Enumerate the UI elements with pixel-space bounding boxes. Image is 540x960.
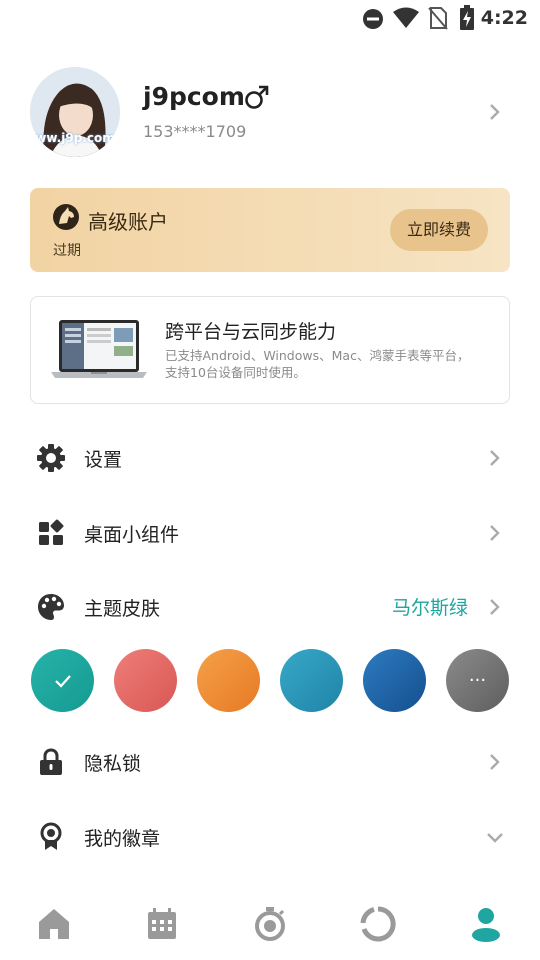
swatch-teal[interactable] <box>31 649 94 712</box>
lock-icon <box>40 748 62 775</box>
menu-my-badges[interactable]: 我的徽章 <box>0 807 540 867</box>
swatch-red[interactable] <box>114 649 177 712</box>
gear-icon <box>37 444 65 472</box>
premium-title: 高级账户 <box>88 210 168 234</box>
username: j9pcom <box>143 82 245 111</box>
sync-description: 已支持Android、Windows、Mac、鸿蒙手表等平台， 支持10台设备同… <box>165 347 500 381</box>
no-sim-icon <box>428 7 448 30</box>
status-time: 4:22 <box>480 7 528 29</box>
wifi-icon <box>393 7 419 28</box>
chevron-right-icon[interactable] <box>488 103 500 121</box>
chevron-right-icon <box>490 599 500 615</box>
dnd-icon <box>363 9 383 29</box>
menu-badges-label: 我的徽章 <box>84 828 161 850</box>
phone-number: 153****1709 <box>143 122 247 141</box>
menu-theme-label: 主题皮肤 <box>84 598 161 620</box>
swatch-orange[interactable] <box>197 649 260 712</box>
sync-title: 跨平台与云同步能力 <box>165 321 337 343</box>
cross-platform-sync-card[interactable]: 跨平台与云同步能力 已支持Android、Windows、Mac、鸿蒙手表等平台… <box>30 296 510 404</box>
renew-button[interactable]: 立即续费 <box>390 209 488 251</box>
sync-desc-line1: 已支持Android、Windows、Mac、鸿蒙手表等平台， <box>165 348 470 363</box>
check-icon <box>55 675 71 688</box>
widgets-icon <box>39 519 64 545</box>
profile-header[interactable]: ww.j9p.com j9pcom 153****1709 <box>0 60 540 165</box>
status-bar: 4:22 <box>0 0 540 36</box>
sync-desc-line2: 支持10台设备同时使用。 <box>165 365 306 380</box>
profile-icon[interactable] <box>466 904 506 944</box>
male-icon <box>245 85 269 109</box>
menu-theme[interactable]: 主题皮肤 马尔斯绿 <box>0 577 540 637</box>
avatar[interactable]: ww.j9p.com <box>30 67 120 157</box>
chevron-down-icon[interactable] <box>486 831 504 843</box>
laptop-illustration <box>51 320 147 378</box>
menu-widgets-label: 桌面小组件 <box>84 524 180 546</box>
chevron-right-icon <box>490 754 500 770</box>
calendar-icon[interactable] <box>142 904 182 944</box>
swatch-blue[interactable] <box>280 649 343 712</box>
chevron-right-icon <box>490 450 500 466</box>
menu-privacy-label: 隐私锁 <box>84 753 142 775</box>
swatch-more[interactable]: ··· <box>446 649 509 712</box>
chevron-right-icon <box>490 525 500 541</box>
more-icon: ··· <box>468 670 487 691</box>
swatch-navy[interactable] <box>363 649 426 712</box>
palette-icon <box>38 594 64 620</box>
battery-charging-icon <box>460 5 474 30</box>
menu-settings-label: 设置 <box>84 449 123 471</box>
avatar-watermark: ww.j9p.com <box>35 131 115 145</box>
menu-privacy-lock[interactable]: 隐私锁 <box>0 732 540 792</box>
home-icon[interactable] <box>34 904 74 944</box>
menu-widgets[interactable]: 桌面小组件 <box>0 503 540 563</box>
premium-status: 过期 <box>53 243 81 259</box>
bottom-nav <box>0 888 540 960</box>
badge-icon <box>40 822 62 850</box>
premium-account-card[interactable]: 高级账户 过期 立即续费 <box>30 188 510 272</box>
current-theme-name: 马尔斯绿 <box>391 597 468 619</box>
stats-icon[interactable] <box>358 904 398 944</box>
horse-icon <box>53 204 79 230</box>
timer-icon[interactable] <box>250 904 290 944</box>
menu-settings[interactable]: 设置 <box>0 428 540 488</box>
